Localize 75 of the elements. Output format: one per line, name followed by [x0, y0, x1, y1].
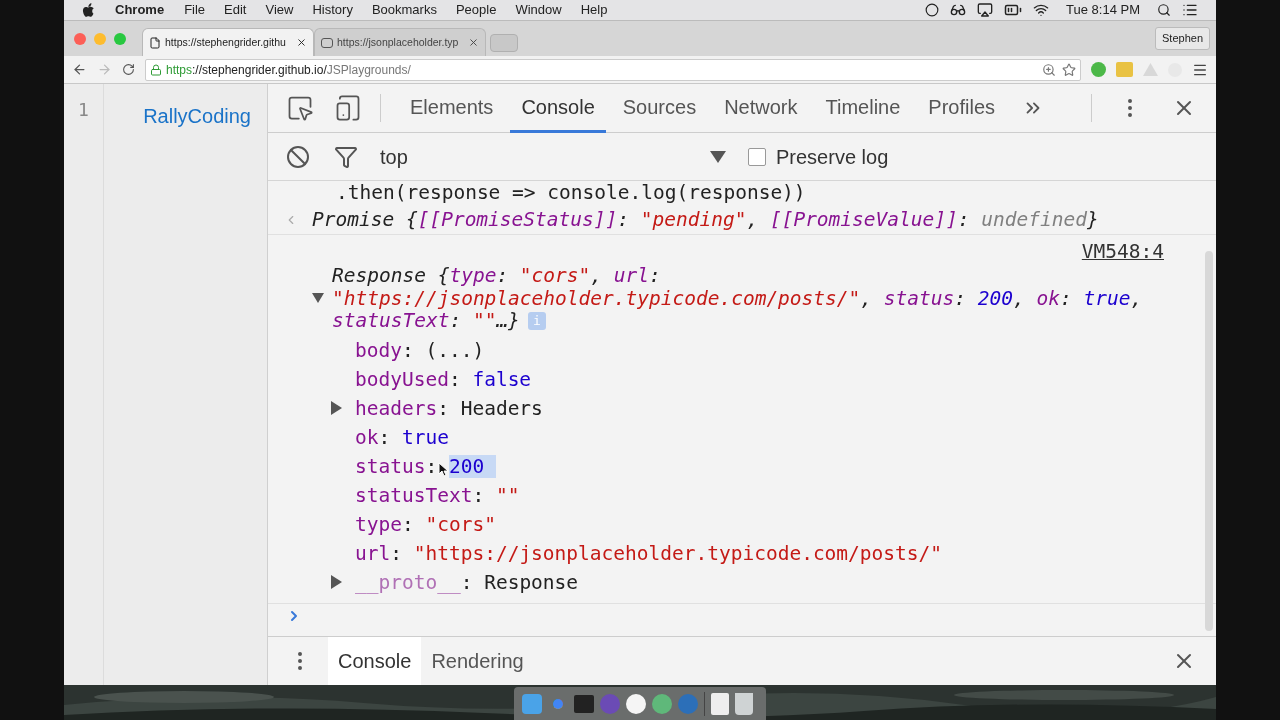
collapsed-triangle-icon[interactable] [331, 575, 342, 589]
property-line[interactable]: statusText: "" [355, 480, 520, 510]
close-tab-icon[interactable] [296, 37, 307, 48]
property-line[interactable]: bodyUsed: false [355, 364, 532, 394]
browser-tab[interactable]: https://jsonplaceholder.typ [314, 28, 486, 56]
device-mode-icon[interactable] [334, 94, 362, 122]
document-icon[interactable] [711, 692, 729, 715]
object-summary-line: statusText: ""…} [332, 310, 520, 333]
terminal-icon[interactable] [574, 694, 594, 713]
menu-app-name[interactable]: Chrome [115, 0, 165, 20]
devtools-tab[interactable]: Sources [611, 83, 708, 133]
property-line[interactable]: status: 200 [355, 451, 497, 481]
address-bar[interactable]: https://stephengrider.github.io/JSPlaygrounds/ [145, 58, 1081, 81]
record-icon[interactable] [925, 3, 940, 17]
object-summary-line: "https://jsonplaceholder.typicode.com/posts/", status: 200, ok: true, [332, 287, 1143, 310]
site-icon [321, 37, 333, 48]
menu-item[interactable]: Window [515, 0, 562, 20]
trash-icon[interactable] [735, 692, 753, 715]
inspect-icon[interactable] [286, 94, 314, 122]
menu-item[interactable]: File [184, 0, 206, 20]
search-icon[interactable] [1157, 3, 1171, 17]
clock: Tue 8:14 PM [1066, 1, 1140, 20]
scrollbar-thumb[interactable] [1205, 251, 1213, 631]
devtools-tab[interactable]: Console [510, 83, 606, 133]
preserve-log-label: Preserve log [776, 144, 889, 170]
profile-button[interactable]: Stephen [1155, 27, 1210, 50]
menu-item[interactable]: Bookmarks [371, 0, 437, 20]
menu-item[interactable]: History [312, 0, 353, 20]
list-icon[interactable] [1182, 2, 1198, 18]
info-badge: i [527, 312, 546, 331]
browser-tab[interactable]: https://stephengrider.githu [142, 28, 314, 56]
drawer-tab[interactable]: Console [328, 637, 422, 685]
lock-icon [150, 63, 162, 76]
devtools-tab[interactable]: Network [713, 83, 809, 133]
expanded-triangle-icon[interactable] [312, 293, 324, 303]
tab-title: https://stephengrider.githu [165, 34, 287, 50]
page-icon [149, 36, 161, 49]
devtools-tab[interactable]: Timeline [814, 83, 912, 133]
property-line[interactable]: headers: Headers [355, 393, 543, 423]
clear-console-icon[interactable] [286, 144, 310, 169]
menu-item[interactable]: Edit [224, 0, 247, 20]
line-number: 1 [78, 98, 89, 122]
console-result-line: Promise {[[PromiseStatus]]: "pending", [[PromiseValue]]: undefined} [312, 207, 1099, 233]
context-selector[interactable]: top [380, 141, 726, 172]
menu-item[interactable]: View [265, 0, 294, 20]
filter-icon[interactable] [334, 144, 358, 169]
reload-icon[interactable] [122, 63, 135, 76]
drawer-tab[interactable]: Rendering [421, 637, 534, 685]
glasses-icon[interactable] [950, 2, 967, 18]
url-text: https://stephengrider.github.io/JSPlaygrounds/ [166, 61, 411, 79]
devtools-tab[interactable]: Elements [399, 83, 505, 133]
preview-text: RallyCoding [143, 104, 251, 129]
close-tab-icon[interactable] [468, 37, 479, 48]
airplay-icon[interactable] [977, 2, 994, 18]
property-line[interactable]: ok: true [355, 422, 449, 452]
dropdown-caret-icon [710, 150, 726, 163]
menu-item[interactable]: People [455, 0, 497, 20]
devtools-tab[interactable]: Profiles [917, 83, 1007, 133]
property-line[interactable]: type: "cors" [355, 509, 496, 539]
console-input-line: .then(response => console.log(response)) [336, 181, 806, 204]
wifi-icon[interactable] [1033, 2, 1050, 18]
source-link[interactable]: VM548:4 [1081, 239, 1164, 265]
zoom-icon[interactable] [1042, 62, 1056, 77]
object-summary-line: Response {type: "cors", url: [332, 265, 661, 288]
property-line[interactable]: __proto__: Response [355, 567, 579, 597]
preserve-log-checkbox[interactable] [748, 147, 766, 166]
property-line[interactable]: body: (...) [355, 335, 485, 365]
back-icon[interactable] [72, 62, 87, 77]
bookmark-star-icon[interactable] [1062, 62, 1076, 77]
collapsed-triangle-icon[interactable] [331, 401, 342, 415]
mouse-cursor-icon [438, 461, 448, 477]
apple-logo-icon [82, 2, 95, 18]
tab-title: https://jsonplaceholder.typ [337, 34, 460, 50]
property-line[interactable]: url: "https://jsonplaceholder.typicode.com/posts/" [355, 538, 943, 568]
menu-item[interactable]: Help [580, 0, 608, 20]
